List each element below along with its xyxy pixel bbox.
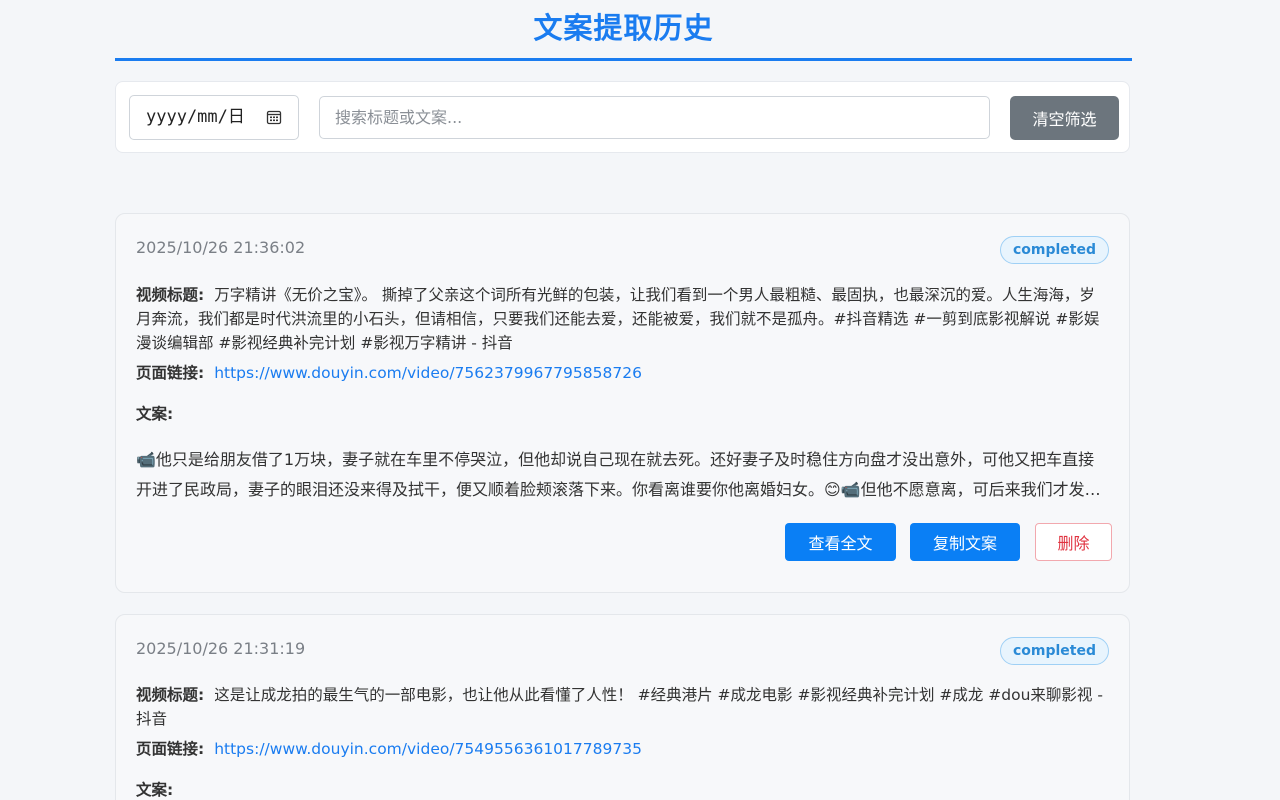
video-title-row: 视频标题: 万字精讲《无价之宝》。 撕掉了父亲这个词所有光鲜的包装，让我们看到一个… [136,283,1109,355]
video-title-text: 这是让成龙拍的最生气的一部电影，也让他从此看懂了人性！ #经典港片 #成龙电影 … [136,686,1103,728]
filter-bar: yyyy/mm/日 清空筛选 [115,81,1130,153]
history-card: 2025/10/26 21:36:02 completed 视频标题: 万字精讲《… [115,213,1130,593]
status-badge: completed [999,637,1109,665]
page-link-row: 页面链接: https://www.douyin.com/video/756237… [136,361,1109,385]
date-filter-input[interactable]: yyyy/mm/日 [129,95,299,140]
page-link-label: 页面链接: [136,364,205,382]
record-timestamp: 2025/10/26 21:31:19 [136,639,306,658]
page-link-label: 页面链接: [136,740,205,758]
date-placeholder: yyyy/mm/日 [146,107,245,127]
transcript-label-row: 文案: [136,402,1109,426]
calendar-icon[interactable] [266,109,282,125]
video-title-label: 视频标题: [136,686,205,704]
video-title-row: 视频标题: 这是让成龙拍的最生气的一部电影，也让他从此看懂了人性！ #经典港片 #… [136,683,1109,731]
search-input[interactable] [319,96,990,139]
video-title-text: 万字精讲《无价之宝》。 撕掉了父亲这个词所有光鲜的包装，让我们看到一个男人最粗糙… [136,286,1100,352]
transcript-label-row: 文案: [136,778,1109,800]
video-title-label: 视频标题: [136,286,205,304]
page-link-row: 页面链接: https://www.douyin.com/video/754955… [136,737,1109,761]
clear-filters-button[interactable]: 清空筛选 [1010,96,1119,140]
delete-button[interactable]: 删除 [1035,523,1112,561]
record-timestamp: 2025/10/26 21:36:02 [136,238,306,257]
transcript-label: 文案: [136,405,174,423]
title-divider [115,58,1132,61]
transcript-label: 文案: [136,781,174,799]
transcript-preview: 📹他只是给朋友借了1万块，妻子就在车里不停哭泣，但他却说自己现在就去死。还好妻子… [136,450,1095,499]
view-full-button[interactable]: 查看全文 [785,523,896,561]
history-card: 2025/10/26 21:31:19 completed 视频标题: 这是让成龙… [115,614,1130,800]
video-url-link[interactable]: https://www.douyin.com/video/75495563610… [214,740,642,758]
video-url-link[interactable]: https://www.douyin.com/video/75623799677… [214,364,642,382]
history-page: 文案提取历史 yyyy/mm/日 清空筛选 2025/10/26 21:36:0… [0,0,1280,800]
page-title: 文案提取历史 [533,11,714,45]
copy-transcript-button[interactable]: 复制文案 [910,523,1020,561]
status-badge: completed [999,236,1109,264]
